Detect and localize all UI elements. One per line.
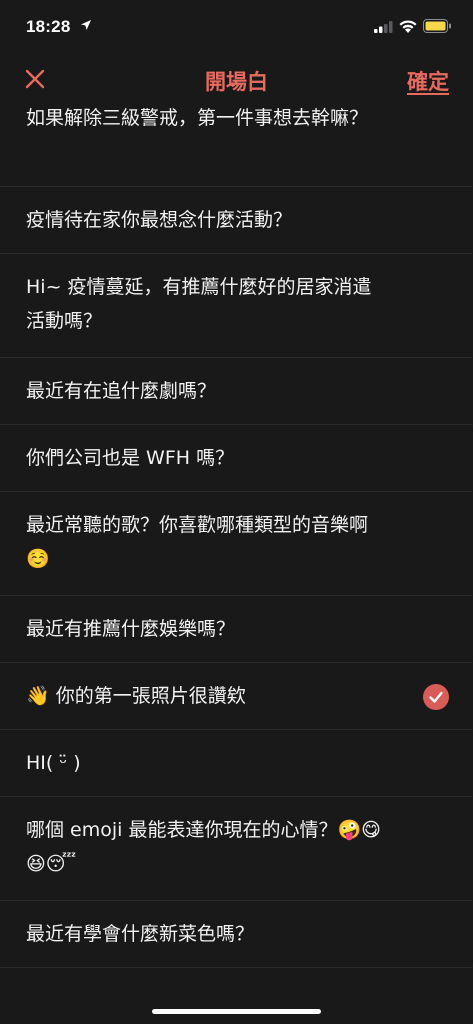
opener-item[interactable]: 你們公司也是 WFH 嗎？ bbox=[0, 425, 473, 492]
opener-text: HI( ᵕ̈ ) bbox=[26, 752, 81, 774]
opener-text: 疫情待在家你最想念什麼活動？ bbox=[26, 209, 293, 231]
opener-item[interactable]: 最近有學會什麼新菜色嗎？ bbox=[0, 901, 473, 968]
opener-item[interactable]: Hi~ 疫情蔓延，有推薦什麼好的居家消遣活動嗎？ bbox=[0, 254, 473, 358]
opener-text: 哪個 emoji 最能表達你現在的心情？🤪😋😆😴 bbox=[26, 819, 381, 875]
location-arrow-icon bbox=[81, 20, 91, 30]
opener-text: 最近有在追什麼劇嗎？ bbox=[26, 380, 217, 402]
wifi-icon bbox=[399, 20, 417, 33]
home-indicator[interactable] bbox=[152, 1009, 321, 1014]
opener-text: 最近常聽的歌？你喜歡哪種類型的音樂啊☺️ bbox=[26, 514, 369, 570]
opener-item[interactable]: 疫情待在家你最想念什麼活動？ bbox=[0, 187, 473, 254]
opener-text: 最近有推薦什麼娛樂嗎？ bbox=[26, 618, 236, 640]
opener-text: Hi~ 疫情蔓延，有推薦什麼好的居家消遣活動嗎？ bbox=[26, 276, 372, 332]
status-bar: 18:28 bbox=[0, 0, 473, 56]
cellular-signal-icon bbox=[374, 21, 393, 33]
opener-item[interactable]: 如果解除三級警戒，第一件事想去幹嘛？ bbox=[0, 92, 473, 187]
opener-list: 如果解除三級警戒，第一件事想去幹嘛？ 疫情待在家你最想念什麼活動？ Hi~ 疫情… bbox=[0, 92, 473, 968]
checkmark-icon bbox=[423, 684, 449, 710]
opener-item[interactable]: 最近有在追什麼劇嗎？ bbox=[0, 358, 473, 425]
status-time: 18:28 bbox=[26, 17, 71, 36]
battery-icon bbox=[423, 19, 451, 33]
opener-item[interactable]: 最近有推薦什麼娛樂嗎？ bbox=[0, 596, 473, 663]
opener-text: 你們公司也是 WFH 嗎？ bbox=[26, 447, 235, 469]
opener-text: 如果解除三級警戒，第一件事想去幹嘛？ bbox=[26, 107, 369, 129]
opener-item[interactable]: HI( ᵕ̈ ) bbox=[0, 730, 473, 797]
opener-text: 最近有學會什麼新菜色嗎？ bbox=[26, 923, 255, 945]
opener-item-selected[interactable]: 👋 你的第一張照片很讚欸 bbox=[0, 663, 473, 730]
opener-item[interactable]: 最近常聽的歌？你喜歡哪種類型的音樂啊☺️ bbox=[0, 492, 473, 596]
opener-text: 👋 你的第一張照片很讚欸 bbox=[26, 685, 246, 707]
opener-item[interactable]: 哪個 emoji 最能表達你現在的心情？🤪😋😆😴 bbox=[0, 797, 473, 901]
